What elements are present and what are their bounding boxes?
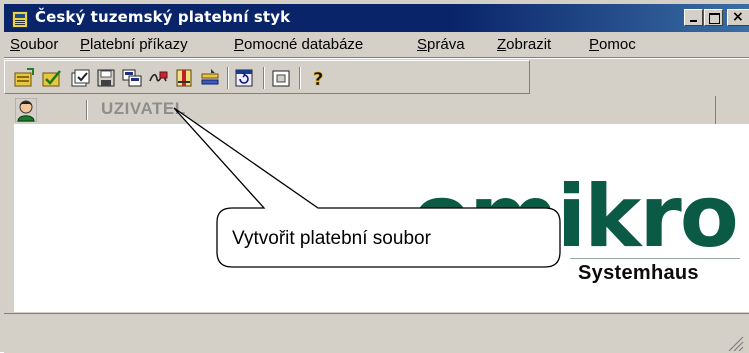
toolbar-separator (263, 67, 265, 89)
menu-zobrazit[interactable]: Zobrazit (497, 36, 551, 53)
menu-platebni-prikazy[interactable]: Platební příkazy (80, 36, 188, 53)
import-payments-icon[interactable] (13, 67, 35, 89)
title-bar[interactable]: Český tuzemský platební styk × (4, 4, 749, 32)
check-payments-icon[interactable] (69, 67, 91, 89)
copy-icon[interactable] (121, 67, 143, 89)
menu-soubor[interactable]: Soubor (10, 36, 58, 53)
close-button[interactable]: × (727, 9, 749, 26)
maximize-button[interactable] (704, 9, 723, 26)
transfer-icon[interactable] (199, 67, 221, 89)
minimize-icon (690, 20, 697, 22)
help-icon[interactable]: ? (307, 67, 329, 89)
resize-grip-icon[interactable] (725, 333, 745, 351)
save-payment-file-icon[interactable] (95, 67, 117, 89)
close-icon: × (732, 9, 744, 25)
edit-payments-icon[interactable] (41, 67, 63, 89)
toolbar: ? (4, 60, 530, 94)
menu-bar: Soubor Platební příkazy Pomocné databáze… (4, 32, 749, 56)
user-avatar-icon[interactable] (15, 98, 37, 122)
user-bar-separator (86, 100, 88, 120)
window-icon[interactable] (270, 67, 292, 89)
status-bar (4, 313, 749, 353)
minimize-button[interactable] (684, 9, 703, 26)
user-name-label: UZIVATEL (101, 99, 186, 118)
toolbar-separator (299, 67, 301, 89)
menu-separator (4, 57, 749, 59)
user-bar: UZIVATEL (4, 96, 722, 124)
user-bar-edge (715, 96, 716, 124)
toolbar-separator (227, 67, 229, 89)
refresh-icon[interactable] (233, 67, 255, 89)
content-left-border (4, 124, 14, 313)
book-icon[interactable] (173, 67, 195, 89)
menu-pomoc[interactable]: Pomoc (589, 36, 636, 53)
logo-underline (570, 258, 740, 259)
signature-icon[interactable] (147, 67, 169, 89)
svg-text:omikron: omikron (412, 170, 740, 260)
logo-subtitle: Systemhaus (578, 262, 699, 284)
window-title: Český tuzemský platební styk (35, 8, 291, 26)
maximize-icon (709, 13, 720, 24)
menu-pomocne-databaze[interactable]: Pomocné databáze (234, 36, 363, 53)
svg-text:?: ? (313, 69, 323, 89)
menu-sprava[interactable]: Správa (417, 36, 465, 53)
omikron-logo: omikron (412, 170, 740, 260)
callout-text: Vytvořit platební soubor (232, 228, 431, 249)
app-icon[interactable] (12, 11, 28, 28)
application-window: Český tuzemský platební styk × Soubor Pl… (0, 0, 749, 353)
